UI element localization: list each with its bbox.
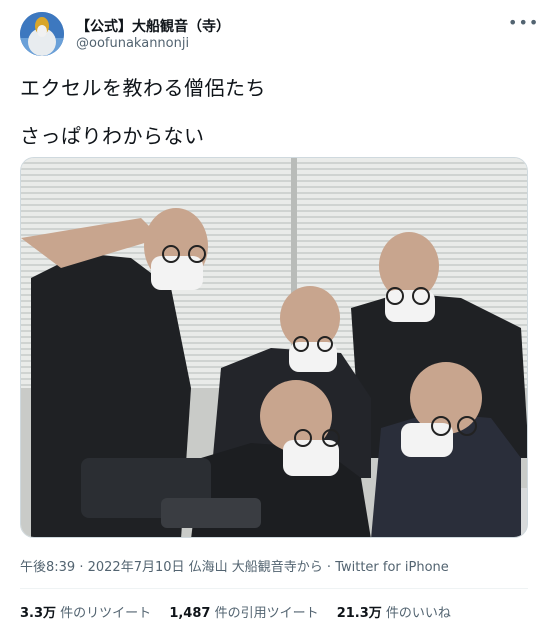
tweet-meta: 午後8:39 · 2022年7月10日 仏海山 大船観音寺から · Twitte… — [20, 556, 449, 575]
user-handle[interactable]: @oofunakannonji — [76, 36, 189, 51]
like-count[interactable]: 21.3万 件のいいね — [337, 602, 451, 621]
quote-count-label: 件の引用ツイート — [210, 606, 319, 621]
retweet-count[interactable]: 3.3万 件のリツイート — [20, 602, 151, 621]
like-count-value: 21.3万 — [336, 606, 382, 621]
tweet-photo[interactable] — [20, 157, 528, 538]
retweet-count-value: 3.3万 — [20, 606, 57, 621]
like-count-label: 件のいいね — [381, 606, 451, 621]
display-name[interactable]: 【公式】大船観音（寺） — [76, 16, 230, 36]
tweet-time[interactable]: 午後8:39 — [20, 560, 75, 575]
tweet-date[interactable]: 2022年7月10日 — [88, 560, 185, 575]
meta-separator-2: · — [322, 560, 336, 575]
tweet-source[interactable]: 仏海山 大船観音寺から — [189, 560, 323, 575]
tweet: 【公式】大船観音（寺） @oofunakannonji ••• エクセルを教わる… — [0, 0, 548, 633]
tweet-client[interactable]: Twitter for iPhone — [335, 560, 449, 575]
tweet-text-line-2: さっぱりわからない — [20, 124, 205, 148]
photo-monks-at-computer — [21, 158, 527, 537]
quote-count-value: 1,487 — [169, 606, 211, 621]
more-dots-icon[interactable]: ••• — [508, 12, 538, 36]
retweet-count-label: 件のリツイート — [56, 606, 152, 621]
avatar-kannon-icon — [20, 12, 64, 56]
meta-separator: · — [75, 560, 88, 575]
divider — [20, 588, 528, 589]
tweet-stats: 3.3万 件のリツイート 1,487 件の引用ツイート 21.3万 件のいいね — [20, 602, 465, 621]
tweet-text-line-1: エクセルを教わる僧侶たち — [20, 76, 266, 100]
avatar[interactable] — [20, 12, 64, 56]
quote-count[interactable]: 1,487 件の引用ツイート — [169, 602, 318, 621]
